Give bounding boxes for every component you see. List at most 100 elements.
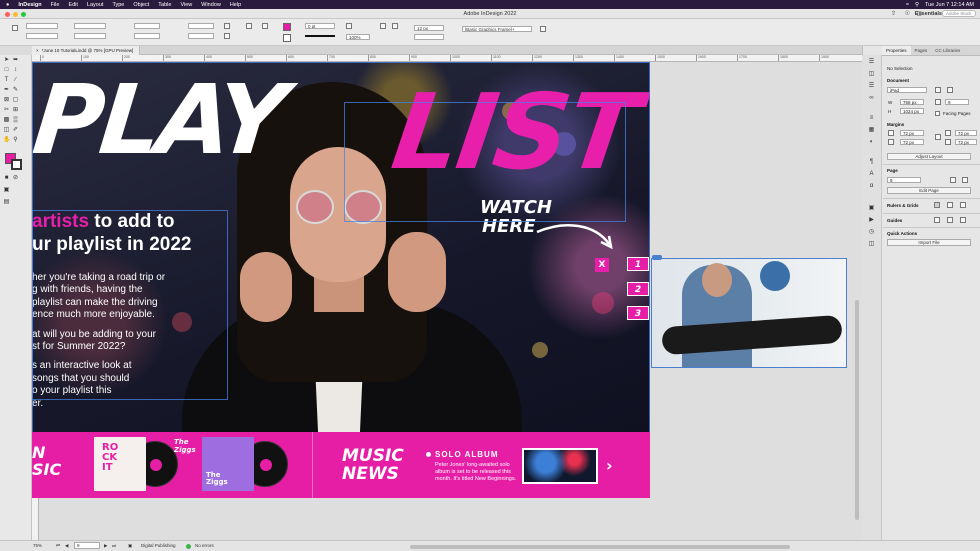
ruler-toggle-icon[interactable]: [934, 202, 940, 208]
pencil-tool-icon[interactable]: ✎: [12, 87, 19, 94]
scissors-tool-icon[interactable]: ✂: [3, 107, 10, 114]
reference-point-icon[interactable]: [12, 25, 18, 31]
lock-guides-icon[interactable]: [947, 217, 953, 223]
menu-object[interactable]: Object: [133, 2, 149, 8]
opacity-field[interactable]: 100%: [346, 34, 370, 40]
app-menu[interactable]: InDesign: [18, 2, 41, 8]
adjust-layout-button[interactable]: Adjust Layout: [887, 153, 971, 160]
album-cover-the-ziggs[interactable]: The Ziggs: [202, 437, 254, 491]
paragraph-styles-icon[interactable]: ¶: [868, 159, 875, 166]
pen-tool-icon[interactable]: ✒: [3, 87, 10, 94]
lightbulb-icon[interactable]: ☉: [905, 9, 910, 19]
fill-swatch[interactable]: [283, 23, 291, 31]
rotate-field[interactable]: [188, 23, 214, 29]
select-container-icon[interactable]: [246, 23, 252, 29]
stroke-icon[interactable]: ≡: [868, 115, 875, 122]
minimize-window-button[interactable]: [13, 12, 18, 17]
edit-page-button[interactable]: Edit Page: [887, 187, 971, 194]
document-grid-icon[interactable]: [960, 202, 966, 208]
character-styles-icon[interactable]: A: [868, 171, 875, 178]
landscape-orientation-icon[interactable]: [947, 87, 953, 93]
show-guides-icon[interactable]: [934, 217, 940, 223]
stroke-color-swatch[interactable]: [11, 159, 22, 170]
layers-icon[interactable]: ☰: [868, 83, 875, 90]
last-page-icon[interactable]: ⏭: [112, 543, 116, 548]
line-tool-icon[interactable]: ∕: [12, 77, 19, 84]
baseline-grid-icon[interactable]: [947, 202, 953, 208]
gradient-tool-icon[interactable]: ▩: [3, 117, 10, 124]
stroke-type-preview[interactable]: [305, 35, 335, 37]
tab-pages[interactable]: Pages: [911, 46, 932, 55]
workspace-switcher[interactable]: Essentials: [915, 9, 942, 19]
tab-properties[interactable]: Properties: [882, 46, 911, 55]
first-page-icon[interactable]: ⏮: [56, 543, 60, 548]
video-button-3[interactable]: 3: [627, 306, 649, 320]
selection-tool-icon[interactable]: ➤: [3, 57, 10, 64]
x-field[interactable]: [26, 23, 58, 29]
scale-x-field[interactable]: [134, 23, 160, 29]
rectangle-tool-icon[interactable]: ▢: [12, 97, 19, 104]
media-icon[interactable]: ◫: [868, 241, 875, 248]
previous-page-icon[interactable]: ◀: [65, 543, 68, 549]
height-field[interactable]: 1024 px: [900, 108, 924, 114]
y-field[interactable]: [26, 33, 58, 39]
menu-view[interactable]: View: [180, 2, 192, 8]
menubar-clock[interactable]: Tue Jun 7 12:14 AM: [925, 2, 974, 8]
menu-window[interactable]: Window: [201, 2, 221, 8]
text-frame[interactable]: [32, 210, 228, 400]
video-frame[interactable]: [651, 258, 847, 368]
apple-icon[interactable]: ●: [6, 2, 9, 8]
corner-shape-field[interactable]: [414, 34, 444, 40]
menu-file[interactable]: File: [51, 2, 60, 8]
type-tool-icon[interactable]: T: [3, 77, 10, 84]
close-tab-icon[interactable]: ×: [36, 48, 39, 53]
margin-top-field[interactable]: 72 px: [900, 130, 924, 136]
page-spread[interactable]: PLAY LIST artists to add to ur playlist …: [32, 62, 650, 498]
next-slide-button[interactable]: ›: [606, 456, 613, 475]
flip-horizontal-icon[interactable]: [224, 23, 230, 29]
import-file-button[interactable]: Import File: [887, 239, 971, 246]
select-content-icon[interactable]: [262, 23, 268, 29]
eyedropper-tool-icon[interactable]: ✐: [12, 127, 19, 134]
apply-color-icon[interactable]: ■: [3, 175, 10, 182]
buttons-icon[interactable]: ▣: [868, 205, 875, 212]
wrap-icon[interactable]: [380, 23, 386, 29]
page-number-field[interactable]: 9: [74, 542, 100, 549]
smart-guides-icon[interactable]: [960, 217, 966, 223]
video-button-1[interactable]: 1: [627, 257, 649, 271]
search-icon[interactable]: ⚲: [915, 2, 919, 8]
links-icon[interactable]: ∞: [868, 95, 875, 102]
fitting-icon[interactable]: [540, 26, 546, 32]
animation-icon[interactable]: ▶: [868, 217, 875, 224]
color-icon[interactable]: ◐: [868, 139, 875, 146]
width-field[interactable]: 768 px: [900, 99, 924, 105]
portrait-orientation-icon[interactable]: [935, 87, 941, 93]
direct-selection-tool-icon[interactable]: ➥: [12, 57, 19, 64]
vertical-scrollbar[interactable]: [855, 300, 859, 520]
wifi-icon[interactable]: ≈: [906, 2, 909, 8]
zoom-tool-icon[interactable]: ⚲: [12, 137, 19, 144]
close-window-button[interactable]: [5, 12, 10, 17]
gradient-feather-tool-icon[interactable]: ▒: [12, 117, 19, 124]
open-page-icon[interactable]: ▣: [128, 543, 132, 549]
gap-tool-icon[interactable]: ↕: [12, 67, 19, 74]
zoom-window-button[interactable]: [21, 12, 26, 17]
page-orientation-icon[interactable]: [962, 177, 968, 183]
menu-type[interactable]: Type: [112, 2, 124, 8]
share-icon[interactable]: ⇧: [891, 9, 896, 19]
shear-field[interactable]: [188, 33, 214, 39]
rectangle-frame-tool-icon[interactable]: ⊠: [3, 97, 10, 104]
h-field[interactable]: [74, 33, 106, 39]
apply-none-icon[interactable]: ⊘: [12, 175, 19, 182]
facing-pages-checkbox[interactable]: [935, 111, 940, 116]
tab-cc-libraries[interactable]: CC Libraries: [931, 46, 964, 55]
glyphs-icon[interactable]: α: [868, 183, 875, 190]
document-tab[interactable]: × *June 10 TutorialLindd @ 75% [GPU Previ…: [32, 46, 141, 55]
stroke-weight-field[interactable]: 0 pt: [305, 23, 335, 29]
stroke-swatch[interactable]: [283, 34, 291, 42]
margin-bottom-field[interactable]: 72 px: [900, 139, 924, 145]
free-transform-tool-icon[interactable]: ⊞: [12, 107, 19, 114]
album-cover-rock-it[interactable]: RO CK IT: [94, 437, 146, 491]
horizontal-ruler[interactable]: 0 100 200 300 400 500 600 700 800 900 1000 1100 1200…: [32, 55, 862, 62]
properties-icon[interactable]: ☰: [868, 59, 875, 66]
